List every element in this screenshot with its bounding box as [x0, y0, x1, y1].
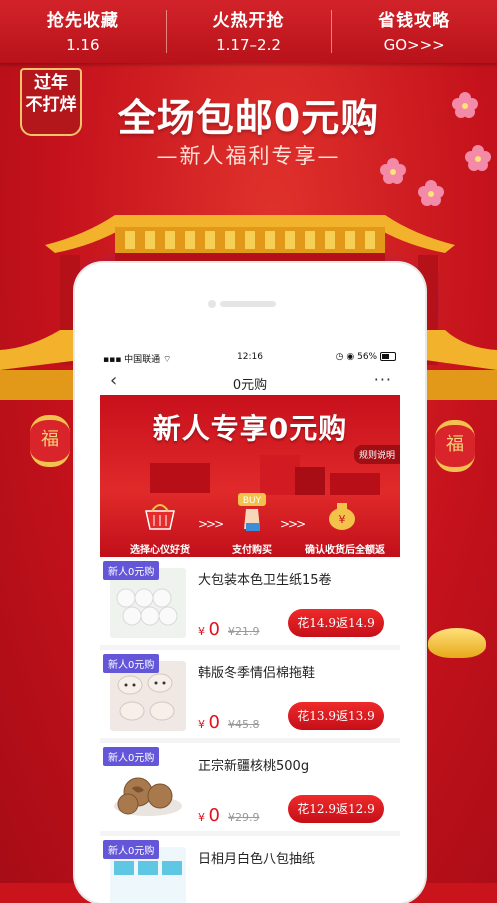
original-price: ¥45.8 — [228, 718, 260, 731]
blossom-icon — [380, 158, 406, 184]
product-price: ¥ 0 — [198, 712, 220, 733]
blossom-icon — [418, 180, 444, 206]
svg-text:BUY: BUY — [243, 496, 262, 506]
new-user-tag: 新人0元购 — [103, 747, 160, 766]
product-card[interactable]: 新人0元购 韩版冬季情侣棉拖鞋 ¥ 0 ¥45.8 花13.9返13.9 — [100, 650, 400, 738]
lantern-right: 福 — [435, 420, 475, 472]
nav-tab-date: 1.17–2.2 — [216, 36, 281, 54]
new-user-tag: 新人0元购 — [103, 654, 160, 673]
phone-mockup: ▪▪▪ 中国联通 ⌔ 12:16 ◷ ◉ 56% ‹ 0元购 ··· 新人专享0… — [75, 263, 425, 903]
buy-refund-button[interactable]: 花14.9返14.9 — [288, 609, 384, 637]
phone-speaker — [220, 301, 276, 307]
rules-button[interactable]: 规则说明 — [353, 445, 400, 464]
step-label-pay: 支付购买 — [232, 545, 272, 556]
step-label-choose: 选择心仪好货 — [130, 545, 190, 556]
nav-tab-date: 1.16 — [66, 36, 100, 54]
nav-tab-go: GO>>> — [383, 36, 445, 54]
more-icon[interactable]: ··· — [374, 370, 392, 389]
product-card[interactable]: 新人0元购 日相月白色八包抽纸 — [100, 836, 400, 903]
top-nav-bar: 抢先收藏 1.16 火热开抢 1.17–2.2 省钱攻略 GO>>> — [0, 0, 497, 63]
nav-tab-saving-guide[interactable]: 省钱攻略 GO>>> — [331, 0, 497, 63]
original-price: ¥21.9 — [228, 625, 260, 638]
nav-tab-title: 抢先收藏 — [46, 11, 119, 31]
phone-camera — [208, 300, 216, 308]
banner-title: 新人专享0元购 — [152, 412, 348, 445]
lantern-left: 福 — [30, 415, 70, 467]
battery-indicator: ◷ ◉ 56% — [336, 352, 396, 362]
side-roof-left — [0, 330, 80, 400]
nav-tab-title: 火热开抢 — [212, 11, 285, 31]
nav-tab-title: 省钱攻略 — [378, 11, 451, 31]
buy-refund-button[interactable]: 花12.9返12.9 — [288, 795, 384, 823]
gift-box-decoration — [295, 467, 325, 495]
gift-box-decoration — [260, 455, 300, 495]
promo-banner: 新人专享0元购 规则说明 >>> BUY >>> ¥ 选择心仪好货 支付购买 确… — [100, 395, 400, 557]
hero-subtitle: —新人福利专享— — [156, 144, 341, 168]
product-card[interactable]: 新人0元购 正宗新疆核桃500g ¥ 0 ¥29.9 花12.9返12.9 — [100, 743, 400, 831]
buy-hand-icon: BUY — [238, 493, 266, 531]
arrow-icon: >>> — [280, 517, 306, 531]
battery-icon — [380, 352, 396, 361]
page-title: 0元购 — [232, 378, 268, 393]
product-title: 正宗新疆核桃500g — [198, 759, 310, 774]
step-label-refund: 确认收货后全额返 — [305, 545, 385, 556]
product-list: 新人0元购 大包装本色卫生纸15卷 ¥ 0 ¥21.9 花14.9返14.9 新… — [100, 557, 400, 903]
nav-tab-collect[interactable]: 抢先收藏 1.16 — [0, 0, 166, 63]
side-roof-right — [425, 330, 497, 400]
new-user-tag: 新人0元购 — [103, 840, 160, 859]
svg-text:¥: ¥ — [339, 513, 346, 526]
palace-roof-decoration — [45, 215, 455, 261]
new-user-tag: 新人0元购 — [103, 561, 160, 580]
gold-ingot-decoration — [428, 628, 486, 658]
status-bar: ▪▪▪ 中国联通 ⌔ 12:16 ◷ ◉ 56% — [100, 347, 400, 369]
hero-title: 全场包邮0元购 — [117, 96, 380, 140]
product-title: 日相月白色八包抽纸 — [198, 852, 316, 867]
arrow-icon: >>> — [198, 517, 224, 531]
original-price: ¥29.9 — [228, 811, 260, 824]
product-title: 韩版冬季情侣棉拖鞋 — [198, 666, 316, 681]
blossom-icon — [452, 92, 478, 118]
buy-refund-button[interactable]: 花13.9返13.9 — [288, 702, 384, 730]
phone-screen: ▪▪▪ 中国联通 ⌔ 12:16 ◷ ◉ 56% ‹ 0元购 ··· 新人专享0… — [100, 347, 400, 903]
nav-tab-hot-sale[interactable]: 火热开抢 1.17–2.2 — [165, 0, 332, 63]
product-price: ¥ 0 — [198, 619, 220, 640]
app-nav-bar: ‹ 0元购 ··· — [100, 369, 400, 395]
gift-box-decoration — [150, 463, 210, 493]
basket-icon — [145, 504, 175, 530]
blossom-icon — [465, 145, 491, 171]
gift-box-decoration — [330, 473, 380, 495]
product-title: 大包装本色卫生纸15卷 — [198, 573, 332, 588]
product-price: ¥ 0 — [198, 805, 220, 826]
product-card[interactable]: 新人0元购 大包装本色卫生纸15卷 ¥ 0 ¥21.9 花14.9返14.9 — [100, 557, 400, 645]
money-bag-icon: ¥ — [329, 503, 355, 530]
